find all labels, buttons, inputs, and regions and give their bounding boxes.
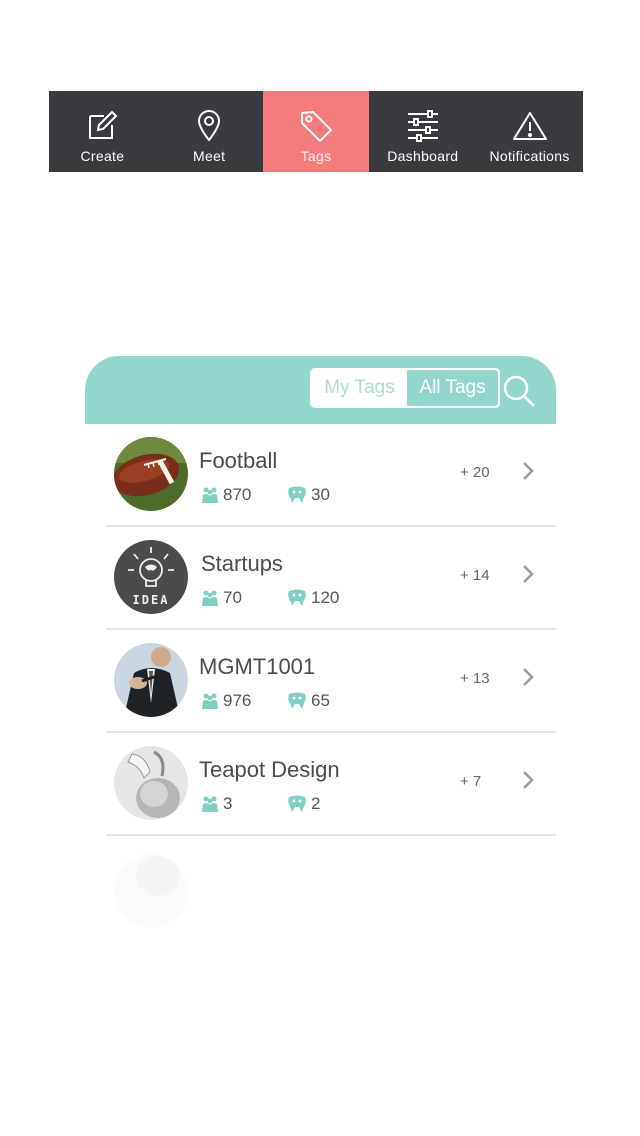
members-icon bbox=[201, 795, 219, 813]
discussion-icon bbox=[287, 692, 307, 710]
top-nav-bar: Create Meet Tags Dashboard Notifications bbox=[49, 91, 583, 172]
tags-panel-header: My Tags All Tags bbox=[85, 356, 556, 424]
members-count: 870 bbox=[223, 485, 252, 504]
members-count: 3 bbox=[223, 794, 233, 813]
tag-row-startups[interactable]: IDEA Startups 70 120 + 14 bbox=[85, 527, 556, 630]
location-pin-icon bbox=[196, 109, 222, 143]
businessman-avatar bbox=[114, 643, 188, 717]
nav-notifications-label: Notifications bbox=[489, 148, 570, 164]
tag-stats: 70 120 bbox=[201, 588, 339, 608]
members-icon bbox=[201, 692, 219, 710]
discussion-count: 30 bbox=[311, 485, 330, 504]
tag-row-football[interactable]: Football 870 30 + 20 bbox=[85, 424, 556, 527]
idea-lightbulb-avatar: IDEA bbox=[114, 540, 188, 614]
warning-icon bbox=[512, 109, 548, 143]
nav-meet-label: Meet bbox=[193, 148, 226, 164]
chevron-right-icon[interactable] bbox=[521, 769, 535, 796]
tags-panel: My Tags All Tags Football 870 30 + 20 ID… bbox=[85, 356, 556, 836]
new-activity-count: + 7 bbox=[460, 773, 482, 790]
discussion-count: 120 bbox=[311, 588, 340, 607]
all-tags-tab[interactable]: All Tags bbox=[407, 370, 498, 406]
chevron-right-icon[interactable] bbox=[521, 460, 535, 487]
new-activity-count: + 13 bbox=[460, 670, 490, 687]
discussion-count: 65 bbox=[311, 691, 330, 710]
svg-text:IDEA: IDEA bbox=[133, 593, 170, 607]
discussion-count: 2 bbox=[311, 794, 321, 813]
reflected-row bbox=[85, 838, 556, 941]
search-icon[interactable] bbox=[502, 374, 536, 408]
tag-list: Football 870 30 + 20 IDEA Startups 70 12… bbox=[85, 424, 556, 836]
edit-icon bbox=[86, 109, 118, 143]
nav-tags-button[interactable]: Tags bbox=[262, 91, 370, 172]
chevron-right-icon[interactable] bbox=[521, 563, 535, 590]
members-count: 70 bbox=[223, 588, 242, 607]
discussion-icon bbox=[287, 486, 307, 504]
tag-name: Startups bbox=[201, 551, 283, 576]
football-avatar bbox=[114, 437, 188, 511]
tag-stats: 3 2 bbox=[201, 794, 320, 814]
nav-notifications-button[interactable]: Notifications bbox=[476, 91, 583, 172]
new-activity-count: + 20 bbox=[460, 464, 490, 481]
members-icon bbox=[201, 486, 219, 504]
list-reflection bbox=[85, 838, 556, 998]
chevron-right-icon[interactable] bbox=[521, 666, 535, 693]
tag-name: MGMT1001 bbox=[199, 654, 316, 679]
members-count: 976 bbox=[223, 691, 252, 710]
nav-meet-button[interactable]: Meet bbox=[156, 91, 263, 172]
tag-name: Teapot Design bbox=[199, 757, 340, 782]
tag-row-mgmt1001[interactable]: MGMT1001 976 65 + 13 bbox=[85, 630, 556, 733]
discussion-icon bbox=[287, 589, 307, 607]
tag-stats: 976 65 bbox=[201, 691, 330, 711]
tags-segmented-control: My Tags All Tags bbox=[310, 368, 500, 408]
tag-icon bbox=[298, 109, 334, 143]
nav-create-button[interactable]: Create bbox=[49, 91, 156, 172]
teapot-avatar-reflection bbox=[114, 854, 188, 928]
tag-stats: 870 30 bbox=[201, 485, 330, 505]
nav-tags-label: Tags bbox=[300, 148, 332, 164]
discussion-icon bbox=[287, 795, 307, 813]
new-activity-count: + 14 bbox=[460, 567, 490, 584]
nav-create-label: Create bbox=[80, 148, 125, 164]
teapot-avatar bbox=[114, 746, 188, 820]
members-icon bbox=[201, 589, 219, 607]
tag-row-teapot-design[interactable]: Teapot Design 3 2 + 7 bbox=[85, 733, 556, 836]
sliders-icon bbox=[406, 109, 440, 143]
nav-dashboard-label: Dashboard bbox=[387, 148, 459, 164]
tag-name: Football bbox=[199, 448, 278, 473]
my-tags-tab[interactable]: My Tags bbox=[312, 370, 407, 406]
nav-dashboard-button[interactable]: Dashboard bbox=[369, 91, 476, 172]
